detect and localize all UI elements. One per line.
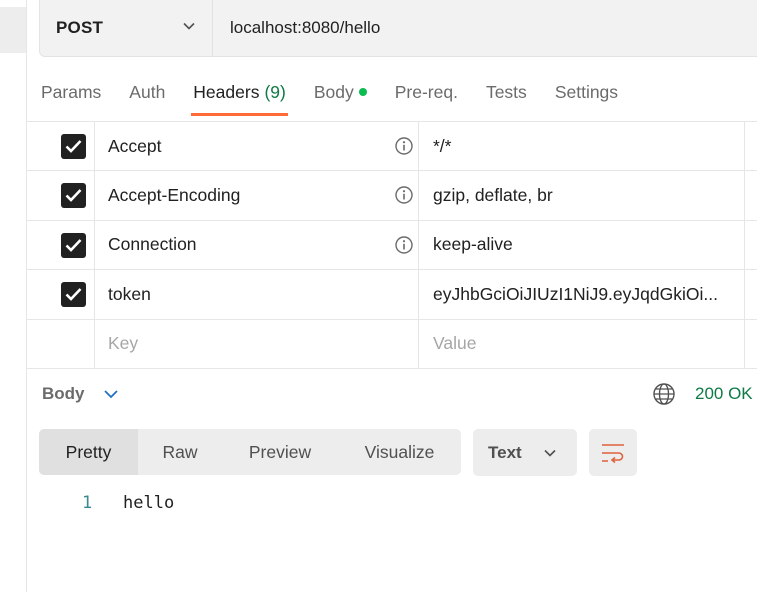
method-selector[interactable]: POST	[40, 0, 213, 56]
view-preview-button[interactable]: Preview	[222, 429, 338, 475]
view-pretty-button[interactable]: Pretty	[39, 429, 138, 475]
headers-table: Accept */* Accept-Encoding gzip, deflate…	[27, 121, 757, 369]
tab-tests[interactable]: Tests	[484, 68, 529, 116]
tab-label: Settings	[554, 81, 619, 102]
checkbox-cell	[27, 122, 95, 171]
body-dot-indicator	[358, 88, 367, 96]
tab-label: Pre-req.	[394, 81, 458, 102]
header-key-text: Connection	[108, 234, 197, 255]
header-value[interactable]: keep-alive	[420, 220, 745, 270]
globe-icon[interactable]	[652, 382, 676, 406]
chevron-down-icon	[544, 449, 556, 457]
header-key[interactable]: Accept-Encoding	[96, 171, 419, 220]
checkmark-icon	[65, 238, 82, 252]
table-row: Accept */*	[27, 122, 757, 172]
table-row: Connection keep-alive	[27, 220, 757, 271]
url-input[interactable]: localhost:8080/hello	[214, 0, 380, 56]
checkbox-cell	[27, 319, 95, 368]
method-label: POST	[56, 18, 104, 37]
table-row: Accept-Encoding gzip, deflate, br	[27, 171, 757, 221]
tab-prereq[interactable]: Pre-req.	[393, 68, 460, 116]
response-body-dropdown[interactable]: Body	[42, 384, 85, 404]
left-sidebar-strip	[0, 0, 27, 592]
code-line[interactable]: hello	[123, 493, 174, 513]
request-url-bar: POST localhost:8080/hello	[39, 0, 757, 57]
tab-label: Tests	[485, 81, 527, 102]
view-raw-button[interactable]: Raw	[138, 429, 222, 475]
new-header-key-input[interactable]: Key	[96, 319, 419, 368]
request-tabs: Params Auth Headers (9) Body Pre-req. Tes…	[39, 68, 644, 118]
tab-label: Auth	[129, 81, 166, 102]
table-row-new: Key Value	[27, 319, 757, 369]
checkmark-icon	[65, 189, 82, 203]
table-row: token eyJhbGciOiJIUzI1NiJ9.eyJqdGkiOi...	[27, 270, 757, 320]
header-value[interactable]: gzip, deflate, br	[420, 171, 745, 220]
tab-headers[interactable]: Headers (9)	[191, 68, 288, 116]
header-key[interactable]: token	[96, 270, 419, 319]
tab-label: Headers	[193, 81, 260, 102]
checkbox-cell	[27, 270, 95, 319]
header-key[interactable]: Accept	[96, 122, 419, 171]
header-checkbox[interactable]	[61, 282, 86, 308]
header-key-text: token	[108, 283, 151, 304]
chevron-down-icon	[183, 22, 195, 30]
sidebar-selected-item[interactable]	[0, 7, 26, 53]
header-checkbox[interactable]	[61, 183, 86, 209]
chevron-down-icon[interactable]	[103, 387, 119, 401]
headers-count: (9)	[264, 81, 286, 102]
header-value[interactable]: */*	[420, 122, 745, 171]
status-badge[interactable]: 200 OK	[695, 384, 753, 404]
response-header: Body 200 OK	[27, 372, 757, 416]
value-placeholder: Value	[433, 333, 477, 354]
checkbox-cell	[27, 220, 95, 270]
tab-settings[interactable]: Settings	[553, 68, 620, 116]
info-icon[interactable]	[394, 136, 414, 156]
tab-label: Params	[41, 81, 102, 102]
tab-label: Body	[313, 81, 354, 102]
new-header-value-input[interactable]: Value	[420, 319, 745, 368]
tab-params[interactable]: Params	[39, 68, 103, 116]
header-key-text: Accept	[108, 135, 162, 156]
wrap-lines-button[interactable]	[589, 429, 637, 476]
checkbox-cell	[27, 171, 95, 220]
info-icon[interactable]	[394, 185, 414, 205]
tab-auth[interactable]: Auth	[127, 68, 167, 116]
info-icon[interactable]	[394, 235, 414, 255]
wrap-lines-icon	[602, 444, 624, 464]
header-checkbox[interactable]	[61, 134, 86, 159]
header-key-text: Accept-Encoding	[108, 185, 241, 206]
view-visualize-button[interactable]: Visualize	[338, 429, 461, 475]
line-number: 1	[82, 493, 93, 513]
header-key[interactable]: Connection	[96, 220, 419, 270]
response-view-selector: Pretty Raw Preview Visualize	[39, 429, 461, 475]
format-select[interactable]: Text	[473, 429, 577, 476]
checkmark-icon	[65, 140, 82, 153]
tab-body[interactable]: Body	[312, 68, 369, 116]
format-label: Text	[488, 442, 522, 462]
header-value[interactable]: eyJhbGciOiJIUzI1NiJ9.eyJqdGkiOi...	[420, 270, 745, 319]
header-checkbox[interactable]	[61, 232, 86, 258]
key-placeholder: Key	[108, 333, 139, 354]
checkmark-icon	[65, 288, 82, 302]
